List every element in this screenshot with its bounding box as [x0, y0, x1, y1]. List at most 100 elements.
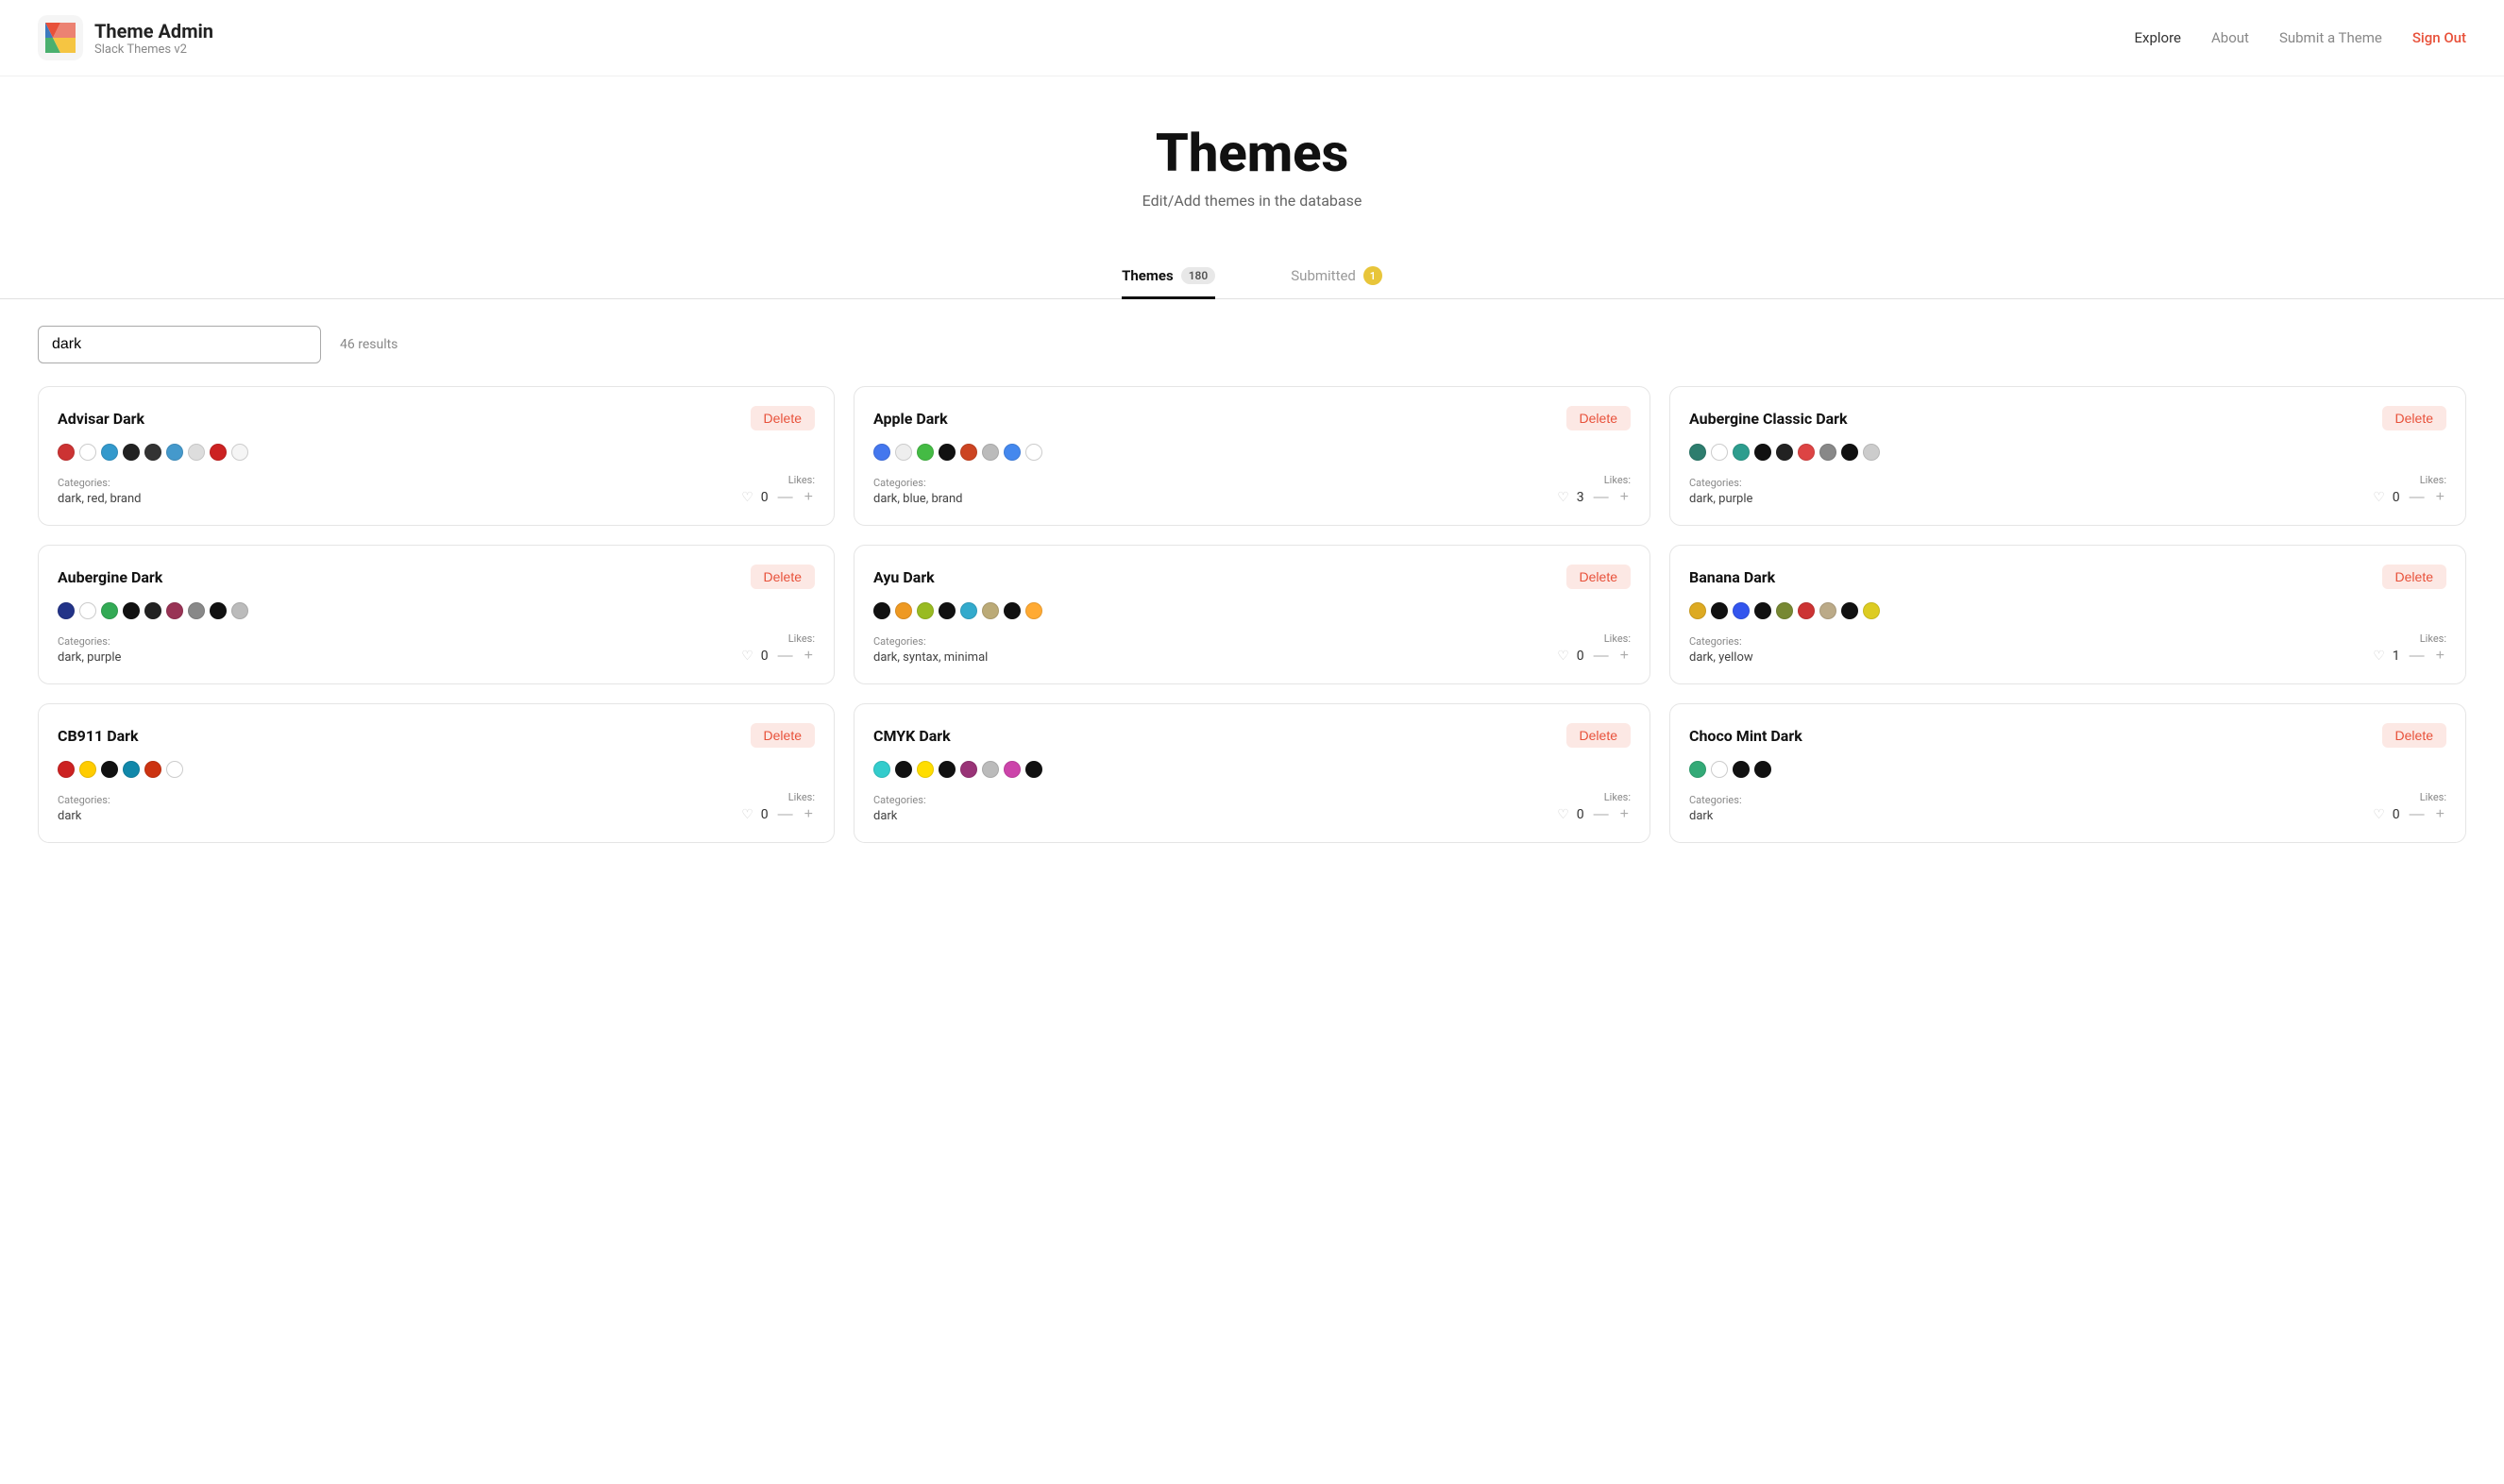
nav-about[interactable]: About [2211, 29, 2249, 46]
tab-submitted-label: Submitted [1291, 267, 1356, 284]
logo-area: Theme Admin Slack Themes v2 [38, 15, 213, 60]
theme-card: CMYK Dark Delete Categories: dark Likes:… [854, 703, 1650, 843]
nav-explore[interactable]: Explore [2134, 29, 2181, 46]
categories-label: Categories: [873, 635, 988, 648]
decrease-likes-button[interactable]: — [2408, 806, 2427, 823]
delete-button[interactable]: Delete [751, 406, 815, 430]
color-dot [231, 444, 248, 461]
card-footer: Categories: dark Likes: ♡ 0 — + [873, 791, 1631, 823]
card-footer: Categories: dark, yellow Likes: ♡ 1 — + [1689, 632, 2446, 665]
likes-label: Likes: [2373, 791, 2446, 803]
color-dot [1863, 602, 1880, 619]
increase-likes-button[interactable]: + [1618, 648, 1631, 665]
tab-themes[interactable]: Themes 180 [1122, 255, 1215, 299]
color-dot [1711, 444, 1728, 461]
color-dot [1798, 602, 1815, 619]
theme-card: CB911 Dark Delete Categories: dark Likes… [38, 703, 835, 843]
delete-button[interactable]: Delete [2382, 723, 2446, 748]
increase-likes-button[interactable]: + [2434, 806, 2446, 823]
card-header: CMYK Dark Delete [873, 723, 1631, 748]
increase-likes-button[interactable]: + [1618, 806, 1631, 823]
color-dot [1819, 602, 1836, 619]
color-dot [982, 444, 999, 461]
decrease-likes-button[interactable]: — [776, 806, 795, 823]
increase-likes-button[interactable]: + [803, 489, 815, 506]
categories-label: Categories: [873, 477, 963, 489]
categories-value: dark, purple [58, 650, 121, 665]
categories-value: dark [873, 809, 926, 823]
tab-submitted[interactable]: Submitted 1 [1291, 255, 1382, 299]
likes-count: 0 [761, 490, 769, 505]
delete-button[interactable]: Delete [751, 565, 815, 589]
color-dot [58, 444, 75, 461]
likes-label: Likes: [2373, 632, 2446, 645]
brand-name: Theme Admin [94, 20, 213, 42]
categories-label: Categories: [58, 477, 142, 489]
color-dot [1004, 602, 1021, 619]
likes-label: Likes: [741, 474, 815, 486]
color-dot [101, 602, 118, 619]
card-header: Apple Dark Delete [873, 406, 1631, 430]
theme-card: Ayu Dark Delete Categories: dark, syntax… [854, 545, 1650, 684]
delete-button[interactable]: Delete [2382, 565, 2446, 589]
color-dot [166, 761, 183, 778]
color-dot [188, 602, 205, 619]
delete-button[interactable]: Delete [751, 723, 815, 748]
color-dot [917, 761, 934, 778]
logo-text: Theme Admin Slack Themes v2 [94, 20, 213, 57]
categories-value: dark [58, 809, 110, 823]
likes-section: Likes: ♡ 0 — + [2373, 474, 2446, 506]
page-subtitle: Edit/Add themes in the database [38, 192, 2466, 210]
decrease-likes-button[interactable]: — [1592, 648, 1611, 665]
delete-button[interactable]: Delete [1566, 565, 1631, 589]
increase-likes-button[interactable]: + [803, 806, 815, 823]
main-nav: Explore About Submit a Theme Sign Out [2134, 29, 2466, 46]
heart-icon: ♡ [1557, 649, 1569, 664]
theme-card: Aubergine Dark Delete Categories: dark, … [38, 545, 835, 684]
color-dot [873, 602, 890, 619]
likes-label: Likes: [2373, 474, 2446, 486]
tab-submitted-badge: 1 [1363, 266, 1382, 285]
categories-label: Categories: [58, 635, 121, 648]
card-title: Banana Dark [1689, 568, 1775, 586]
delete-button[interactable]: Delete [2382, 406, 2446, 430]
likes-count: 0 [761, 807, 769, 822]
heart-icon: ♡ [741, 649, 753, 664]
color-dot [873, 444, 890, 461]
page-title: Themes [38, 122, 2466, 184]
delete-button[interactable]: Delete [1566, 406, 1631, 430]
search-input[interactable] [38, 326, 321, 363]
likes-label: Likes: [1557, 632, 1631, 645]
color-dot [939, 602, 956, 619]
color-dot [895, 444, 912, 461]
header: Theme Admin Slack Themes v2 Explore Abou… [0, 0, 2504, 76]
decrease-likes-button[interactable]: — [2408, 489, 2427, 506]
increase-likes-button[interactable]: + [1618, 489, 1631, 506]
card-header: Ayu Dark Delete [873, 565, 1631, 589]
decrease-likes-button[interactable]: — [1592, 489, 1611, 506]
nav-signout[interactable]: Sign Out [2412, 29, 2466, 46]
color-dot [1689, 444, 1706, 461]
card-title: Advisar Dark [58, 410, 144, 428]
color-dot [231, 602, 248, 619]
decrease-likes-button[interactable]: — [776, 489, 795, 506]
increase-likes-button[interactable]: + [2434, 648, 2446, 665]
likes-section: Likes: ♡ 0 — + [1557, 632, 1631, 665]
increase-likes-button[interactable]: + [2434, 489, 2446, 506]
likes-count: 0 [2393, 490, 2400, 505]
categories-section: Categories: dark, yellow [1689, 635, 1753, 665]
categories-section: Categories: dark [58, 794, 110, 823]
results-count: 46 results [340, 337, 398, 352]
likes-count: 0 [761, 649, 769, 664]
heart-icon: ♡ [741, 807, 753, 822]
heart-icon: ♡ [2373, 649, 2385, 664]
decrease-likes-button[interactable]: — [2408, 648, 2427, 665]
theme-card: Apple Dark Delete Categories: dark, blue… [854, 386, 1650, 526]
decrease-likes-button[interactable]: — [776, 648, 795, 665]
card-title: Apple Dark [873, 410, 948, 428]
decrease-likes-button[interactable]: — [1592, 806, 1611, 823]
delete-button[interactable]: Delete [1566, 723, 1631, 748]
nav-submit[interactable]: Submit a Theme [2279, 29, 2382, 46]
card-footer: Categories: dark, blue, brand Likes: ♡ 3… [873, 474, 1631, 506]
increase-likes-button[interactable]: + [803, 648, 815, 665]
